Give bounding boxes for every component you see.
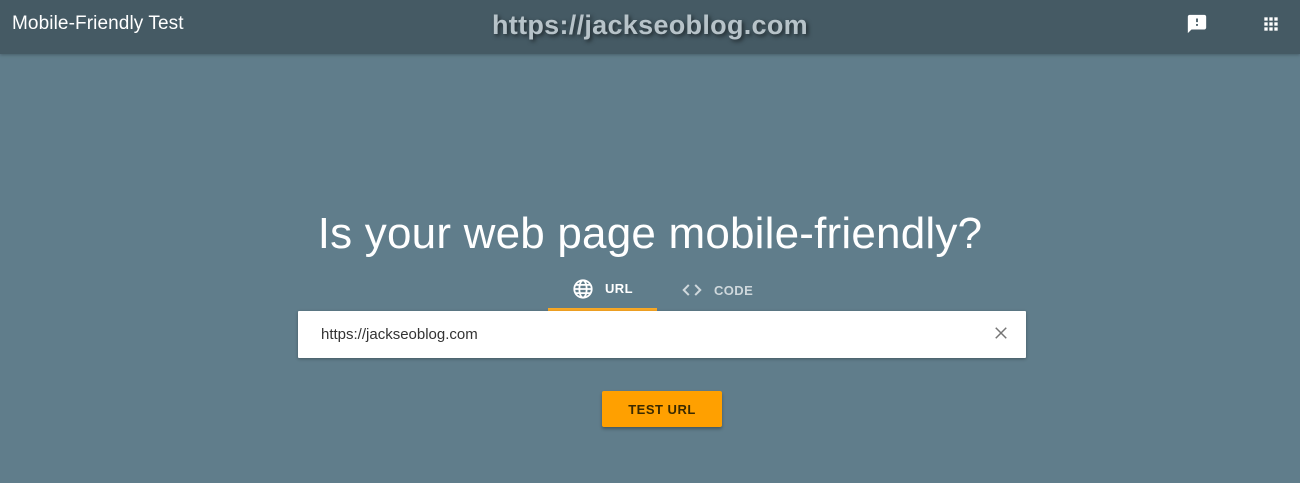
top-app-bar: Mobile-Friendly Test https://jackseoblog… [0,0,1300,54]
feedback-button[interactable] [1182,11,1212,41]
input-mode-tabs: URL CODE [548,266,769,311]
tab-code-label: CODE [714,282,754,298]
code-brackets-icon [681,279,703,301]
apps-button[interactable] [1256,11,1286,41]
app-root: Mobile-Friendly Test https://jackseoblog… [0,0,1300,483]
tab-url-label: URL [605,281,633,296]
page-headline: Is your web page mobile-friendly? [317,209,983,259]
test-url-button[interactable]: TEST URL [602,391,722,427]
clear-url-button[interactable] [990,324,1012,346]
feedback-icon [1186,13,1208,40]
tab-url[interactable]: URL [548,266,657,311]
app-title: Mobile-Friendly Test [12,13,184,34]
globe-icon [572,278,594,300]
url-input-container [298,311,1026,358]
apps-grid-icon [1261,14,1281,39]
watermark-text: https://jackseoblog.com [492,10,808,40]
url-input[interactable] [321,311,971,358]
close-icon [992,324,1010,347]
tab-code[interactable]: CODE [657,266,769,311]
